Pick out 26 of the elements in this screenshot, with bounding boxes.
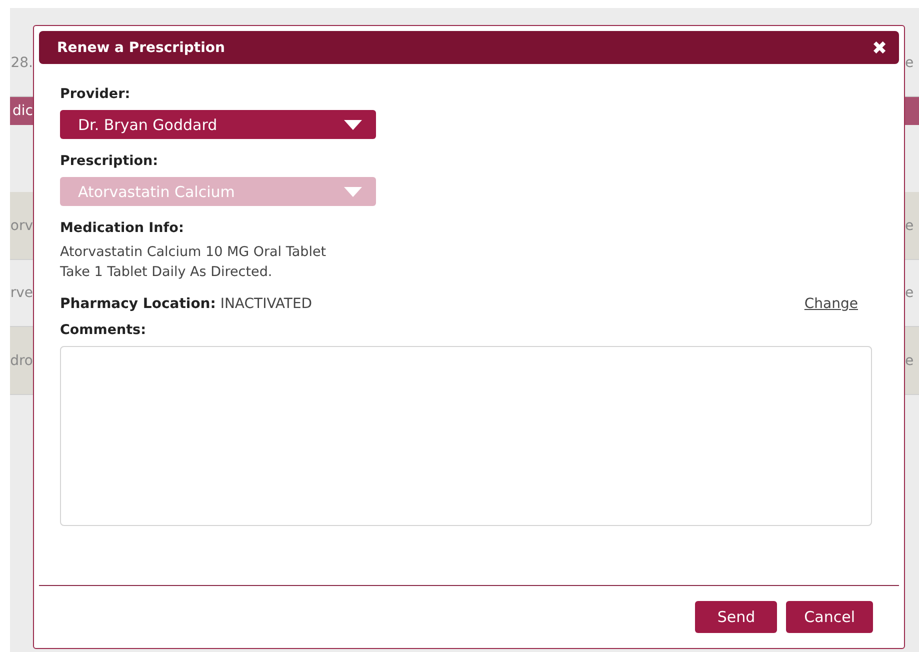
caret-icon	[344, 186, 362, 196]
field-label: Prescription:	[60, 153, 160, 169]
cancel-button[interactable]: Cancel	[786, 601, 873, 633]
dropdown[interactable]: Dr. Bryan Goddard	[60, 110, 376, 139]
field-label: Provider:	[60, 86, 132, 102]
background-text: e	[905, 218, 914, 234]
background-text: rve	[10, 285, 33, 301]
close-button[interactable]: ✖	[872, 36, 887, 58]
change-link[interactable]: Change	[804, 296, 858, 312]
medication-text: Atorvastatin Calcium 10 MG Oral Tablet	[60, 243, 328, 262]
background-text: dro	[10, 352, 33, 368]
background-text: dic	[12, 103, 33, 119]
dialog-title: Renew a Prescription	[57, 40, 225, 56]
background-text: e	[905, 285, 914, 301]
send-button[interactable]: Send	[695, 601, 778, 633]
field-label: Comments:	[60, 322, 147, 338]
medication-text: Take 1 Tablet Daily As Directed.	[60, 263, 274, 282]
comments-field[interactable]	[60, 346, 872, 526]
caret-icon	[344, 120, 362, 130]
field-label: Medication Info:	[60, 220, 185, 236]
background-text: orv	[10, 218, 33, 234]
section-bar	[905, 97, 919, 125]
background-text: 28.	[10, 55, 33, 71]
background-text: e	[905, 352, 914, 368]
background-text: e	[905, 55, 914, 71]
pharmacy-location: Pharmacy Location: INACTIVATED	[60, 296, 312, 312]
